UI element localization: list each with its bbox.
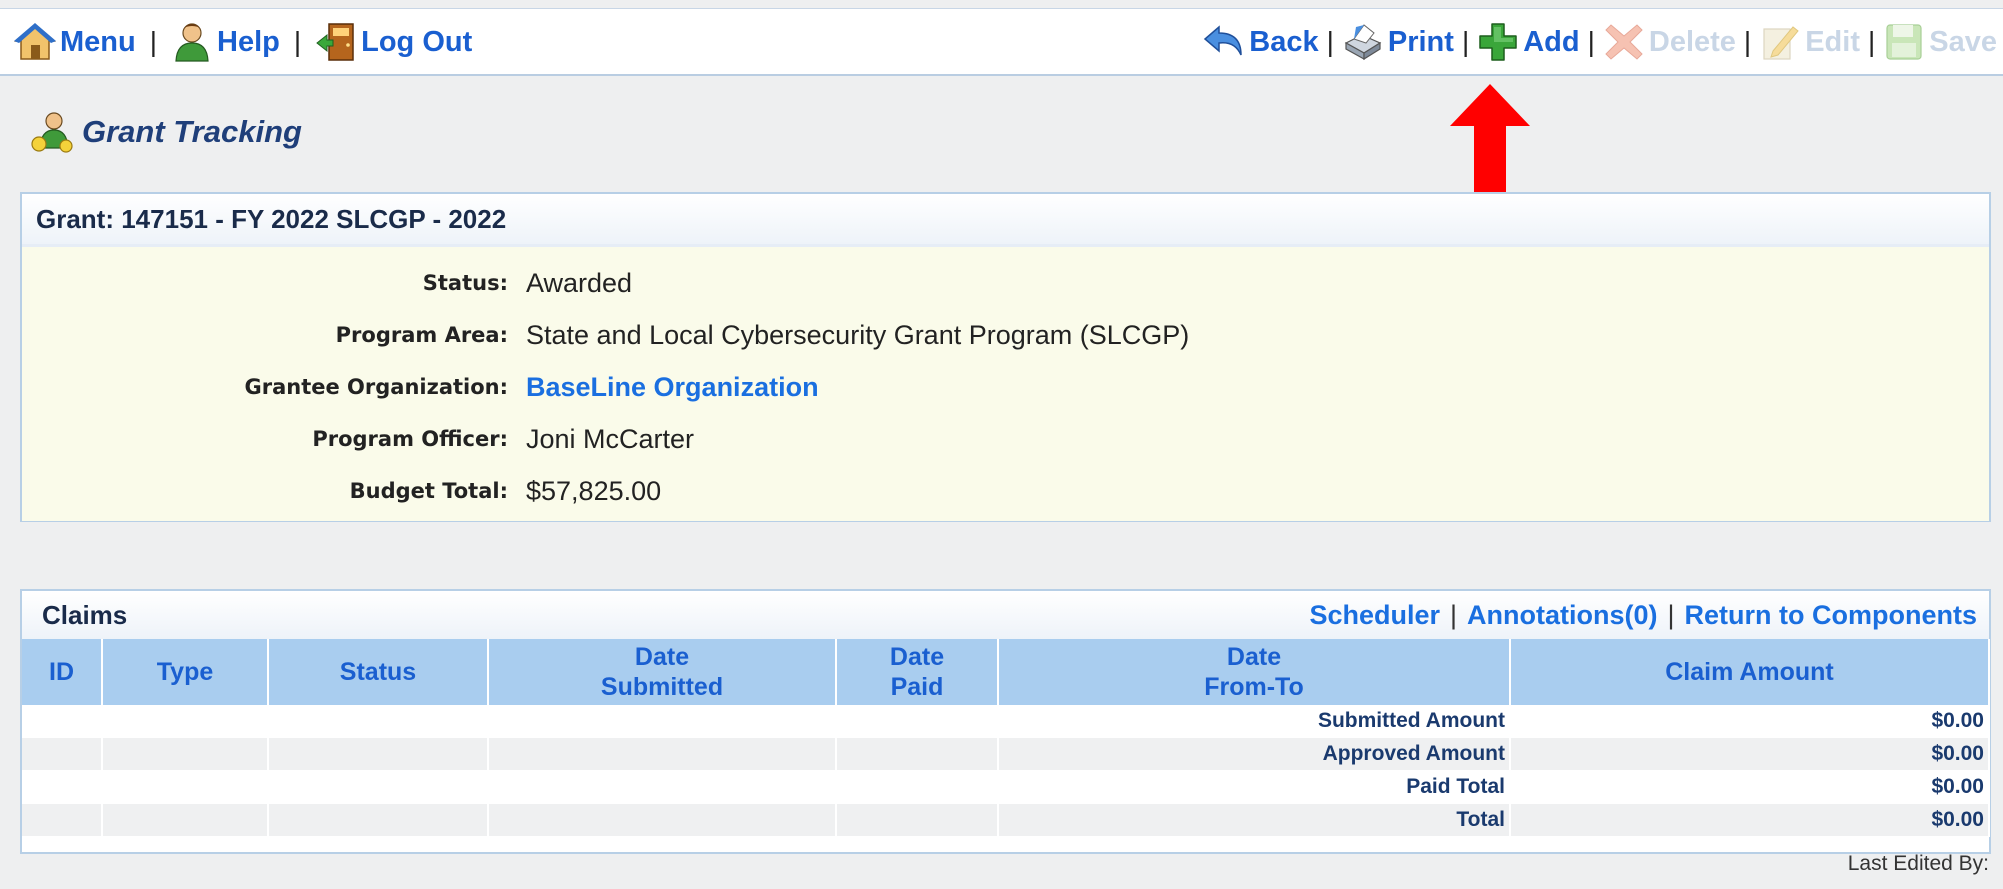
logout-label: Log Out [361, 25, 473, 58]
column-header-claim-amount[interactable]: Claim Amount [1510, 639, 1990, 705]
total-value: $0.00 [1510, 770, 1990, 804]
total-value: $0.00 [1510, 803, 1990, 837]
toolbar-separator: | [1461, 26, 1470, 57]
toolbar-left-group: Menu | Help | Log Out [14, 9, 472, 75]
claims-panel: Claims Scheduler | Annotations(0) | Retu… [20, 589, 1991, 854]
column-header-date-submitted[interactable]: Date Submitted [488, 639, 837, 705]
add-label: Add [1523, 25, 1580, 58]
toolbar-separator: | [149, 26, 157, 57]
program-area-label: Program Area: [335, 323, 508, 347]
program-officer-row: Program Officer: Joni McCarter [22, 413, 1989, 465]
total-value: $0.00 [1510, 705, 1990, 738]
annotations-link[interactable]: Annotations(0) [1467, 600, 1657, 631]
column-header-date-from-to[interactable]: Date From-To [998, 639, 1511, 705]
grantee-organization-row: Grantee Organization: BaseLine Organizat… [22, 361, 1989, 413]
toolbar-right-group: Back | Print | Add | Delete | Edit | Sav… [1203, 9, 1997, 75]
delete-button[interactable]: Delete [1603, 21, 1736, 63]
back-arrow-icon [1204, 25, 1243, 56]
edit-label: Edit [1805, 25, 1860, 58]
printer-icon [1344, 24, 1382, 61]
add-button[interactable]: Add [1477, 21, 1580, 63]
logout-button[interactable]: Log Out [315, 21, 472, 63]
total-label: Total [998, 803, 1511, 837]
program-area-value: State and Local Cybersecurity Grant Prog… [526, 319, 1190, 350]
total-value: $0.00 [1510, 737, 1990, 771]
budget-total-label: Budget Total: [349, 479, 508, 503]
return-to-components-link[interactable]: Return to Components [1685, 600, 1977, 631]
program-area-row: Program Area: State and Local Cybersecur… [22, 309, 1989, 361]
claims-header-row: ID Type Status Date Submitted Date Paid Da… [22, 639, 1990, 705]
link-separator: | [1667, 599, 1675, 630]
program-officer-label: Program Officer: [312, 427, 508, 451]
grant-details-panel: Grant: 147151 - FY 2022 SLCGP - 2022 Sta… [20, 192, 1991, 522]
totals-row-total: Total $0.00 [22, 803, 1990, 837]
total-label: Submitted Amount [998, 705, 1511, 738]
help-person-icon [175, 23, 209, 62]
menu-button[interactable]: Menu [14, 21, 136, 63]
edit-button[interactable]: Edit [1759, 21, 1860, 63]
total-label: Approved Amount [998, 737, 1511, 771]
budget-total-value: $57,825.00 [526, 475, 662, 506]
save-button[interactable]: Save [1883, 21, 1997, 63]
help-button[interactable]: Help [171, 21, 280, 63]
claims-links: Scheduler | Annotations(0) | Return to C… [1309, 600, 1977, 631]
grantee-organization-link[interactable]: BaseLine Organization [526, 372, 819, 403]
last-edited-by: Last Edited By: [1847, 852, 1989, 875]
claims-header: Claims Scheduler | Annotations(0) | Retu… [22, 591, 1989, 639]
back-button[interactable]: Back [1203, 21, 1319, 63]
delete-x-icon [1605, 24, 1643, 60]
column-header-status[interactable]: Status [268, 639, 489, 705]
save-label: Save [1929, 25, 1997, 58]
back-label: Back [1249, 25, 1319, 58]
totals-row-approved: Approved Amount $0.00 [22, 737, 1990, 771]
red-up-arrow-annotation [1450, 84, 1530, 204]
delete-label: Delete [1648, 25, 1736, 58]
toolbar-separator: | [1326, 26, 1334, 57]
claims-table: ID Type Status Date Submitted Date Paid Da… [22, 639, 1990, 837]
logout-door-icon [316, 23, 354, 61]
toolbar-separator: | [1587, 26, 1595, 57]
edit-pencil-icon [1763, 26, 1799, 60]
total-label: Paid Total [998, 770, 1511, 804]
totals-row-paid: Paid Total $0.00 [22, 770, 1990, 804]
toolbar-separator: | [1743, 26, 1752, 57]
totals-row-submitted: Submitted Amount $0.00 [22, 705, 1990, 738]
toolbar-separator: | [293, 26, 302, 57]
column-header-id[interactable]: ID [22, 639, 103, 705]
toolbar-separator: | [1867, 26, 1876, 57]
help-label: Help [217, 25, 280, 58]
budget-total-row: Budget Total: $57,825.00 [22, 465, 1989, 517]
add-cross-icon [1479, 23, 1517, 61]
home-icon [14, 23, 56, 60]
print-label: Print [1387, 25, 1454, 58]
scheduler-link[interactable]: Scheduler [1309, 600, 1440, 631]
status-row: Status: Awarded [22, 257, 1989, 309]
grantee-organization-label: Grantee Organization: [244, 375, 508, 399]
grant-fields: Status: Awarded Program Area: State and … [22, 247, 1989, 521]
menu-label: Menu [60, 25, 136, 58]
print-button[interactable]: Print [1342, 21, 1454, 63]
program-officer-value: Joni McCarter [526, 423, 695, 454]
page-heading: Grant Tracking [30, 110, 302, 154]
page-title: Grant Tracking [82, 114, 302, 149]
column-header-type[interactable]: Type [102, 639, 269, 705]
status-value: Awarded [526, 267, 633, 298]
claims-title: Claims [42, 599, 128, 630]
grant-header: Grant: 147151 - FY 2022 SLCGP - 2022 [22, 194, 1989, 247]
top-toolbar: Menu | Help | Log Out Back | Print | Add… [0, 8, 2003, 76]
status-label: Status: [422, 271, 508, 295]
grant-tracking-icon [31, 112, 73, 153]
save-disk-icon [1886, 24, 1922, 60]
column-header-date-paid[interactable]: Date Paid [836, 639, 999, 705]
link-separator: | [1450, 599, 1458, 630]
